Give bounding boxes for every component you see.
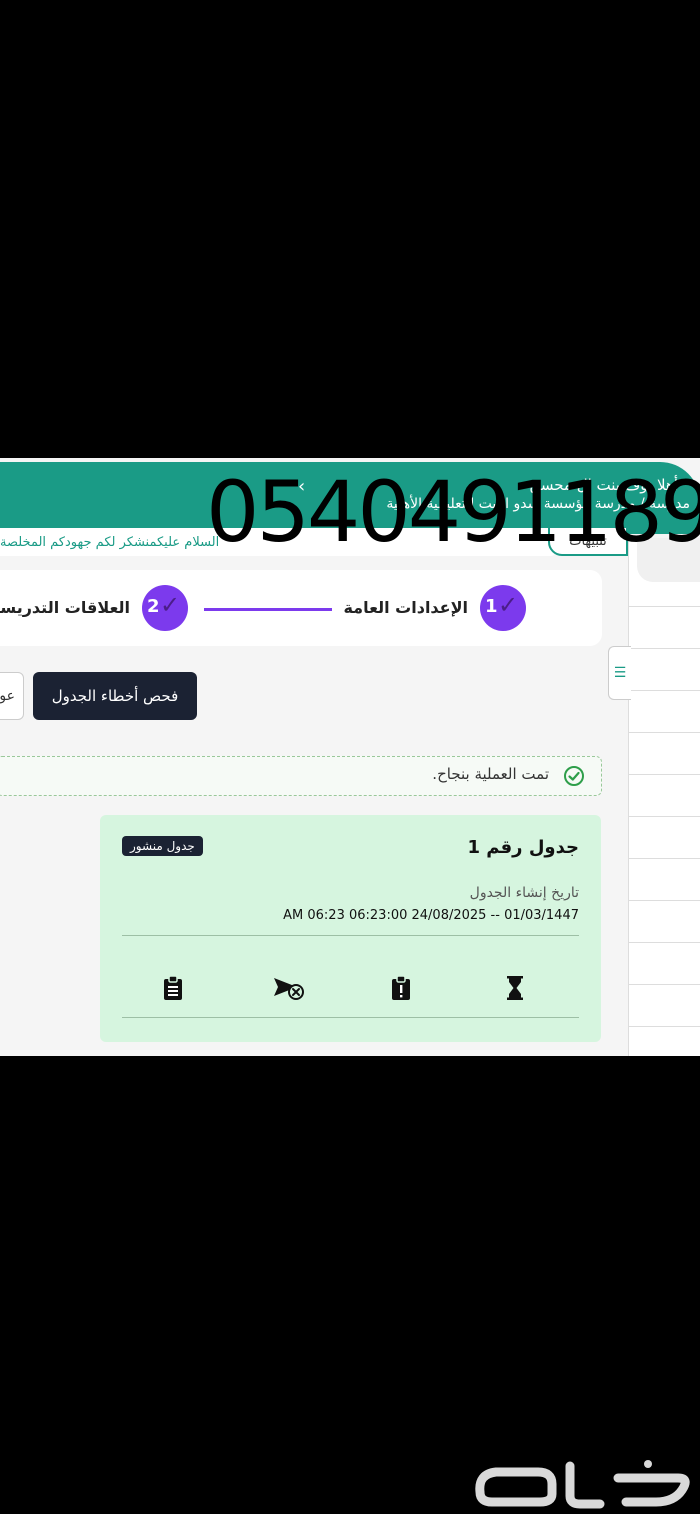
- check-icon: ✓: [498, 591, 519, 619]
- success-message: تمت العملية بنجاح.: [0, 756, 602, 796]
- menu-icon[interactable]: ☰: [608, 646, 631, 700]
- card-divider: [122, 935, 579, 936]
- step-1-circle[interactable]: 1 ✓: [480, 585, 526, 631]
- partial-button[interactable]: عو: [0, 672, 24, 720]
- schedule-title: جدول رقم 1: [467, 837, 579, 858]
- step-1-label: الإعدادات العامة: [343, 598, 468, 617]
- card-actions: [122, 973, 579, 1009]
- step-2-number: 2: [147, 596, 160, 617]
- watermark-phone-number: 0540491189: [206, 463, 700, 561]
- alert-clipboard-icon[interactable]: [386, 973, 416, 1003]
- hourglass-icon[interactable]: [500, 973, 530, 1003]
- stepper: 1 ✓ الإعدادات العامة 2 ✓ العلاقات التدري…: [0, 570, 602, 646]
- schedule-card: جدول رقم 1 جدول منشور تاريخ إنشاء الجدول…: [100, 815, 601, 1042]
- created-date-label: تاريخ إنشاء الجدول: [469, 885, 579, 901]
- list-divider: [629, 858, 700, 859]
- list-divider: [629, 816, 700, 817]
- created-date-value: AM 06:23 06:23:00 24/08/2025 -- 01/03/14…: [283, 908, 579, 923]
- list-divider: [629, 942, 700, 943]
- side-list-panel: [628, 538, 700, 1056]
- published-badge: جدول منشور: [122, 836, 203, 856]
- success-text: تمت العملية بنجاح.: [432, 765, 549, 783]
- list-divider: [629, 774, 700, 775]
- step-1-number: 1: [485, 596, 498, 617]
- send-cancel-icon[interactable]: [272, 973, 306, 1003]
- list-divider: [629, 1026, 700, 1027]
- list-divider: [629, 606, 700, 607]
- list-divider: [629, 984, 700, 985]
- ticker-text: السلام عليكمنشكر لكم جهودكم المخلصة: [0, 534, 220, 550]
- haraj-logo: [475, 1460, 690, 1509]
- list-divider: [629, 648, 700, 649]
- clipboard-icon[interactable]: [158, 973, 188, 1003]
- list-divider: [629, 690, 700, 691]
- step-2-circle[interactable]: 2 ✓: [142, 585, 188, 631]
- step-2-label: العلاقات التدريسية: [0, 598, 130, 617]
- list-divider: [629, 900, 700, 901]
- card-divider: [122, 1017, 579, 1018]
- check-errors-button[interactable]: فحص أخطاء الجدول: [33, 672, 197, 720]
- list-divider: [629, 732, 700, 733]
- check-icon: ✓: [160, 591, 181, 619]
- check-circle-icon: [564, 766, 584, 786]
- step-connector: [204, 608, 332, 611]
